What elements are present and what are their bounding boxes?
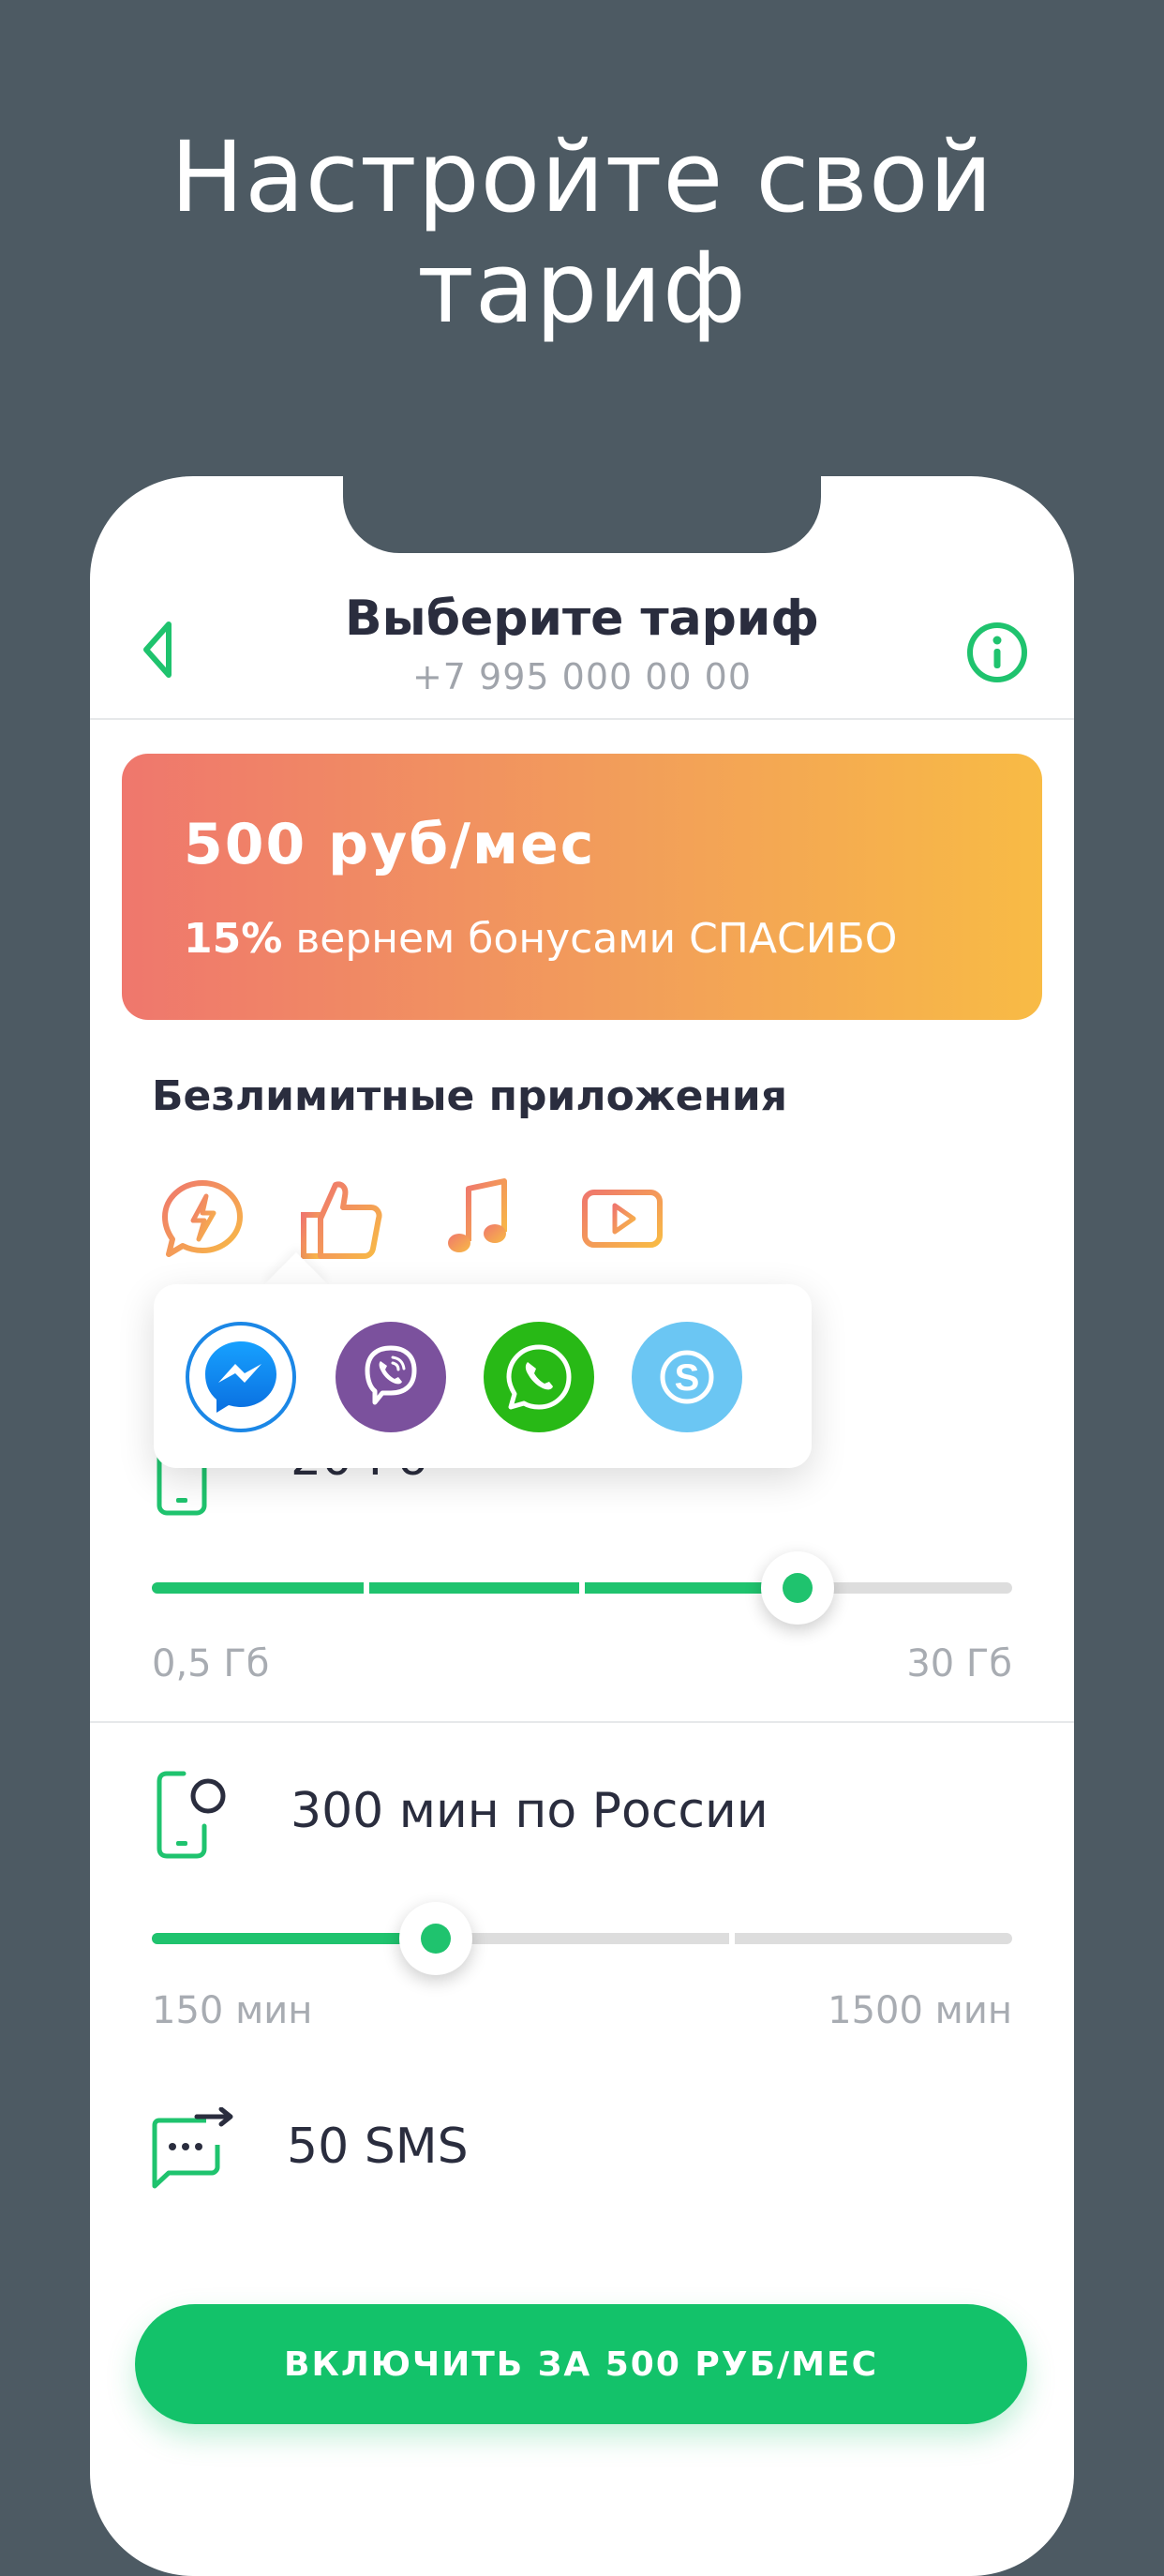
video-play-icon[interactable] bbox=[579, 1176, 665, 1262]
internet-max-label: 30 Гб bbox=[906, 1642, 1012, 1685]
phone-frame: Выберите тариф +7 995 000 00 00 500 руб/… bbox=[90, 476, 1074, 2576]
promo-title-line2: тариф bbox=[417, 231, 747, 345]
sms-icon bbox=[150, 2106, 240, 2195]
unlimited-apps-title: Безлимитные приложения bbox=[152, 1072, 787, 1120]
skype-icon[interactable]: S bbox=[632, 1322, 742, 1432]
activate-button[interactable]: ВКЛЮЧИТЬ ЗА 500 РУБ/МЕС bbox=[135, 2304, 1027, 2424]
minutes-max-label: 1500 мин bbox=[828, 1989, 1012, 2032]
internet-min-label: 0,5 Гб bbox=[152, 1642, 270, 1685]
internet-slider-tick bbox=[364, 1580, 369, 1595]
thumbs-up-icon[interactable] bbox=[298, 1176, 384, 1262]
bonus-line: 15% вернем бонусами СПАСИБО bbox=[184, 915, 897, 963]
minutes-value: 300 мин по России bbox=[291, 1783, 769, 1839]
bonus-text: вернем бонусами СПАСИБО bbox=[295, 915, 898, 963]
minutes-slider-tick bbox=[729, 1931, 735, 1946]
section-divider bbox=[90, 1721, 1074, 1723]
minutes-slider-fill bbox=[152, 1933, 436, 1944]
internet-slider-track[interactable] bbox=[152, 1580, 1012, 1595]
info-icon bbox=[967, 622, 1027, 682]
minutes-slider-thumb[interactable] bbox=[398, 1902, 472, 1975]
bonus-percent: 15% bbox=[184, 915, 283, 963]
header-divider bbox=[90, 718, 1074, 720]
minutes-slider-track[interactable] bbox=[152, 1931, 1012, 1946]
page-title: Выберите тариф bbox=[345, 591, 819, 647]
sms-value: 50 SMS bbox=[287, 2119, 469, 2175]
viber-icon[interactable] bbox=[336, 1322, 446, 1432]
internet-slider-tick bbox=[579, 1580, 585, 1595]
phone-notch bbox=[343, 476, 821, 553]
whatsapp-icon[interactable] bbox=[484, 1322, 594, 1432]
internet-slider-fill bbox=[152, 1582, 798, 1594]
messenger-icon[interactable] bbox=[186, 1322, 296, 1432]
minutes-min-label: 150 мин bbox=[152, 1989, 313, 2032]
apps-popup: S bbox=[154, 1284, 812, 1468]
messenger-bubble-icon[interactable] bbox=[159, 1176, 246, 1262]
promo-title: Настройте свой тариф bbox=[0, 122, 1164, 343]
phone-number: +7 995 000 00 00 bbox=[411, 656, 753, 697]
info-button[interactable] bbox=[965, 621, 1029, 684]
header: Выберите тариф +7 995 000 00 00 bbox=[90, 570, 1074, 720]
internet-slider-thumb[interactable] bbox=[760, 1551, 834, 1625]
price-value: 500 руб/мес bbox=[184, 812, 596, 877]
promo-title-line1: Настройте свой bbox=[170, 120, 994, 234]
svg-text:S: S bbox=[675, 1357, 700, 1399]
price-card: 500 руб/мес 15% вернем бонусами СПАСИБО bbox=[122, 754, 1042, 1020]
music-note-icon[interactable] bbox=[437, 1176, 523, 1262]
phone-call-icon bbox=[156, 1770, 231, 1864]
